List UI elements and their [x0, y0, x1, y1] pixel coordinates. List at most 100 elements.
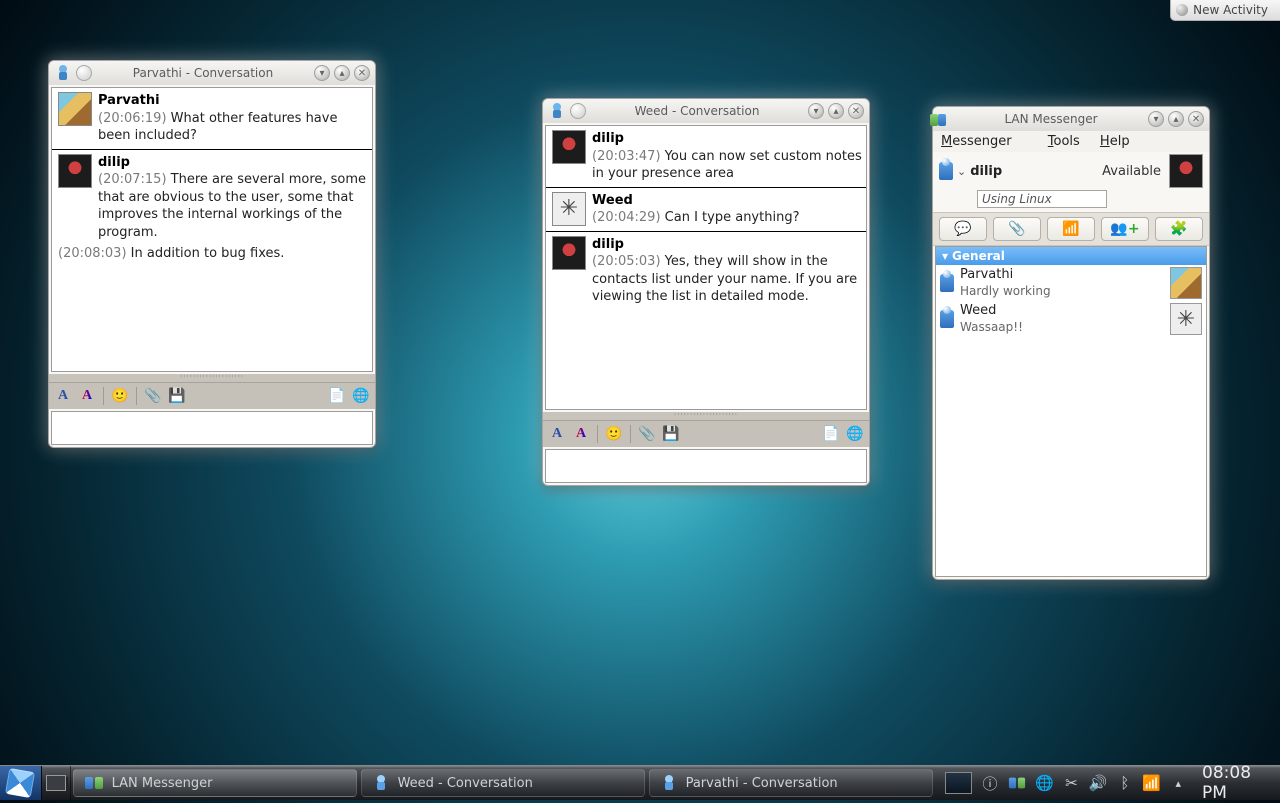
close-button[interactable]: ✕	[848, 103, 864, 119]
save-button[interactable]: 💾	[661, 424, 681, 444]
message-sender: dilip	[592, 237, 624, 252]
desktop-pager[interactable]	[945, 772, 973, 794]
taskbar-item-parvathi[interactable]: Parvathi - Conversation	[649, 769, 933, 797]
wifi-icon[interactable]: 📶	[1143, 774, 1161, 792]
activity-switcher[interactable]	[42, 766, 71, 800]
message-input[interactable]	[545, 449, 867, 483]
k-menu-button[interactable]	[0, 766, 42, 800]
font-button[interactable]: A	[53, 386, 73, 406]
settings-button[interactable]: 🧩	[1155, 217, 1203, 241]
message-text: dilip (20:05:03) Yes, they will show in …	[592, 236, 862, 306]
message-time: (20:05:03)	[592, 254, 661, 269]
emoticon-button[interactable]: 🙂	[604, 424, 624, 444]
presence-icon	[940, 274, 954, 292]
sticky-toggle-icon[interactable]	[570, 103, 586, 119]
contact-item[interactable]: Parvathi Hardly working	[936, 265, 1206, 301]
avatar	[552, 192, 586, 226]
message-text: Weed (20:04:29) Can I type anything?	[592, 192, 862, 227]
minimize-button[interactable]: ▾	[314, 65, 330, 81]
minimize-button[interactable]: ▾	[1148, 111, 1164, 127]
menu-tools[interactable]: Tools	[1048, 134, 1080, 149]
taskbar-item-lan-messenger[interactable]: LAN Messenger	[73, 769, 357, 797]
volume-icon[interactable]: 🔊	[1089, 774, 1107, 792]
my-name: dilip	[970, 164, 1002, 179]
status-note-row	[977, 190, 1165, 208]
app-icon	[54, 64, 72, 82]
separator	[136, 387, 137, 405]
app-icon	[938, 111, 954, 127]
splitter-grip[interactable]: ''''''''''''''''''''	[49, 374, 375, 382]
message-time: (20:04:29)	[592, 210, 661, 225]
conversation-window-weed: Weed - Conversation ▾ ▴ ✕ dilip (20:03:4…	[542, 98, 870, 486]
font-color-button[interactable]: A	[77, 386, 97, 406]
avatar	[552, 236, 586, 270]
emoticon-button[interactable]: 🙂	[110, 386, 130, 406]
message-time: (20:03:47)	[592, 149, 661, 164]
chat-button[interactable]: 💬	[939, 217, 987, 241]
taskbar: LAN Messenger Weed - Conversation Parvat…	[0, 765, 1280, 800]
new-activity-button[interactable]: New Activity	[1170, 0, 1280, 21]
message-sender: Weed	[592, 193, 633, 208]
font-color-button[interactable]: A	[571, 424, 591, 444]
message-block: dilip (20:03:47) You can now set custom …	[546, 126, 866, 187]
taskbar-item-weed[interactable]: Weed - Conversation	[361, 769, 645, 797]
message-block: dilip (20:07:15) There are several more,…	[52, 149, 372, 267]
contact-list: ▾ General Parvathi Hardly working Weed W…	[935, 246, 1207, 577]
maximize-button[interactable]: ▴	[334, 65, 350, 81]
message-input[interactable]	[51, 411, 373, 445]
clock[interactable]: 08:08 PM	[1202, 763, 1270, 803]
add-contact-button[interactable]: 👥+	[1101, 217, 1149, 241]
message-text: dilip (20:07:15) There are several more,…	[98, 154, 368, 263]
status-note-input[interactable]	[977, 190, 1107, 208]
contact-group-header[interactable]: ▾ General	[936, 247, 1206, 265]
history-button[interactable]: 📄	[327, 386, 347, 406]
globe-icon[interactable]: 🌐	[1036, 774, 1054, 792]
klipper-icon[interactable]: ✂	[1064, 774, 1079, 792]
close-button[interactable]: ✕	[354, 65, 370, 81]
send-file-button[interactable]: 📎	[993, 217, 1041, 241]
attach-button[interactable]: 📎	[637, 424, 657, 444]
font-button[interactable]: A	[547, 424, 567, 444]
taskbar-item-label: Parvathi - Conversation	[686, 776, 838, 791]
status-dropdown[interactable]: ⌄	[957, 165, 966, 178]
menu-help[interactable]: Help	[1100, 134, 1130, 149]
message-text: dilip (20:03:47) You can now set custom …	[592, 130, 862, 183]
save-button[interactable]: 💾	[167, 386, 187, 406]
titlebar[interactable]: Parvathi - Conversation ▾ ▴ ✕	[49, 61, 375, 85]
bluetooth-icon[interactable]: ᛒ	[1117, 774, 1132, 792]
chat-icon	[372, 774, 390, 792]
new-activity-label: New Activity	[1193, 3, 1268, 17]
close-button[interactable]: ✕	[1188, 111, 1204, 127]
message-body: In addition to bug fixes.	[131, 246, 285, 261]
menu-messenger[interactable]: Messenger	[941, 134, 1028, 149]
tray-expand-icon[interactable]: ▴	[1171, 774, 1186, 792]
message-time: (20:07:15)	[98, 172, 167, 187]
history-button[interactable]: 📄	[821, 424, 841, 444]
taskbar-item-label: Weed - Conversation	[398, 776, 533, 791]
maximize-button[interactable]: ▴	[828, 103, 844, 119]
messenger-tray-icon[interactable]	[1008, 774, 1026, 792]
message-sender: dilip	[98, 155, 130, 170]
broadcast-button[interactable]: 📶	[1047, 217, 1095, 241]
contact-avatar	[1170, 303, 1202, 335]
contact-item[interactable]: Weed Wassaap!!	[936, 301, 1206, 337]
avatar	[58, 92, 92, 126]
splitter-grip[interactable]: ''''''''''''''''''''	[543, 412, 869, 420]
sticky-toggle-icon[interactable]	[76, 65, 92, 81]
presence-icon	[939, 162, 953, 180]
minimize-button[interactable]: ▾	[808, 103, 824, 119]
info-icon[interactable]: ⓘ	[982, 774, 997, 792]
titlebar[interactable]: Weed - Conversation ▾ ▴ ✕	[543, 99, 869, 123]
message-sender: dilip	[592, 131, 624, 146]
attach-button[interactable]: 📎	[143, 386, 163, 406]
contact-avatar	[1170, 267, 1202, 299]
refresh-button[interactable]: 🌐	[845, 424, 865, 444]
kde-logo-icon	[5, 768, 35, 798]
maximize-button[interactable]: ▴	[1168, 111, 1184, 127]
my-avatar[interactable]	[1169, 154, 1203, 188]
window-title: LAN Messenger	[958, 112, 1144, 126]
presence-row: ⌄ dilip Available	[933, 152, 1209, 188]
titlebar[interactable]: LAN Messenger ▾ ▴ ✕	[933, 107, 1209, 131]
refresh-button[interactable]: 🌐	[351, 386, 371, 406]
format-toolbar: A A 🙂 📎 💾 📄 🌐	[49, 382, 375, 409]
